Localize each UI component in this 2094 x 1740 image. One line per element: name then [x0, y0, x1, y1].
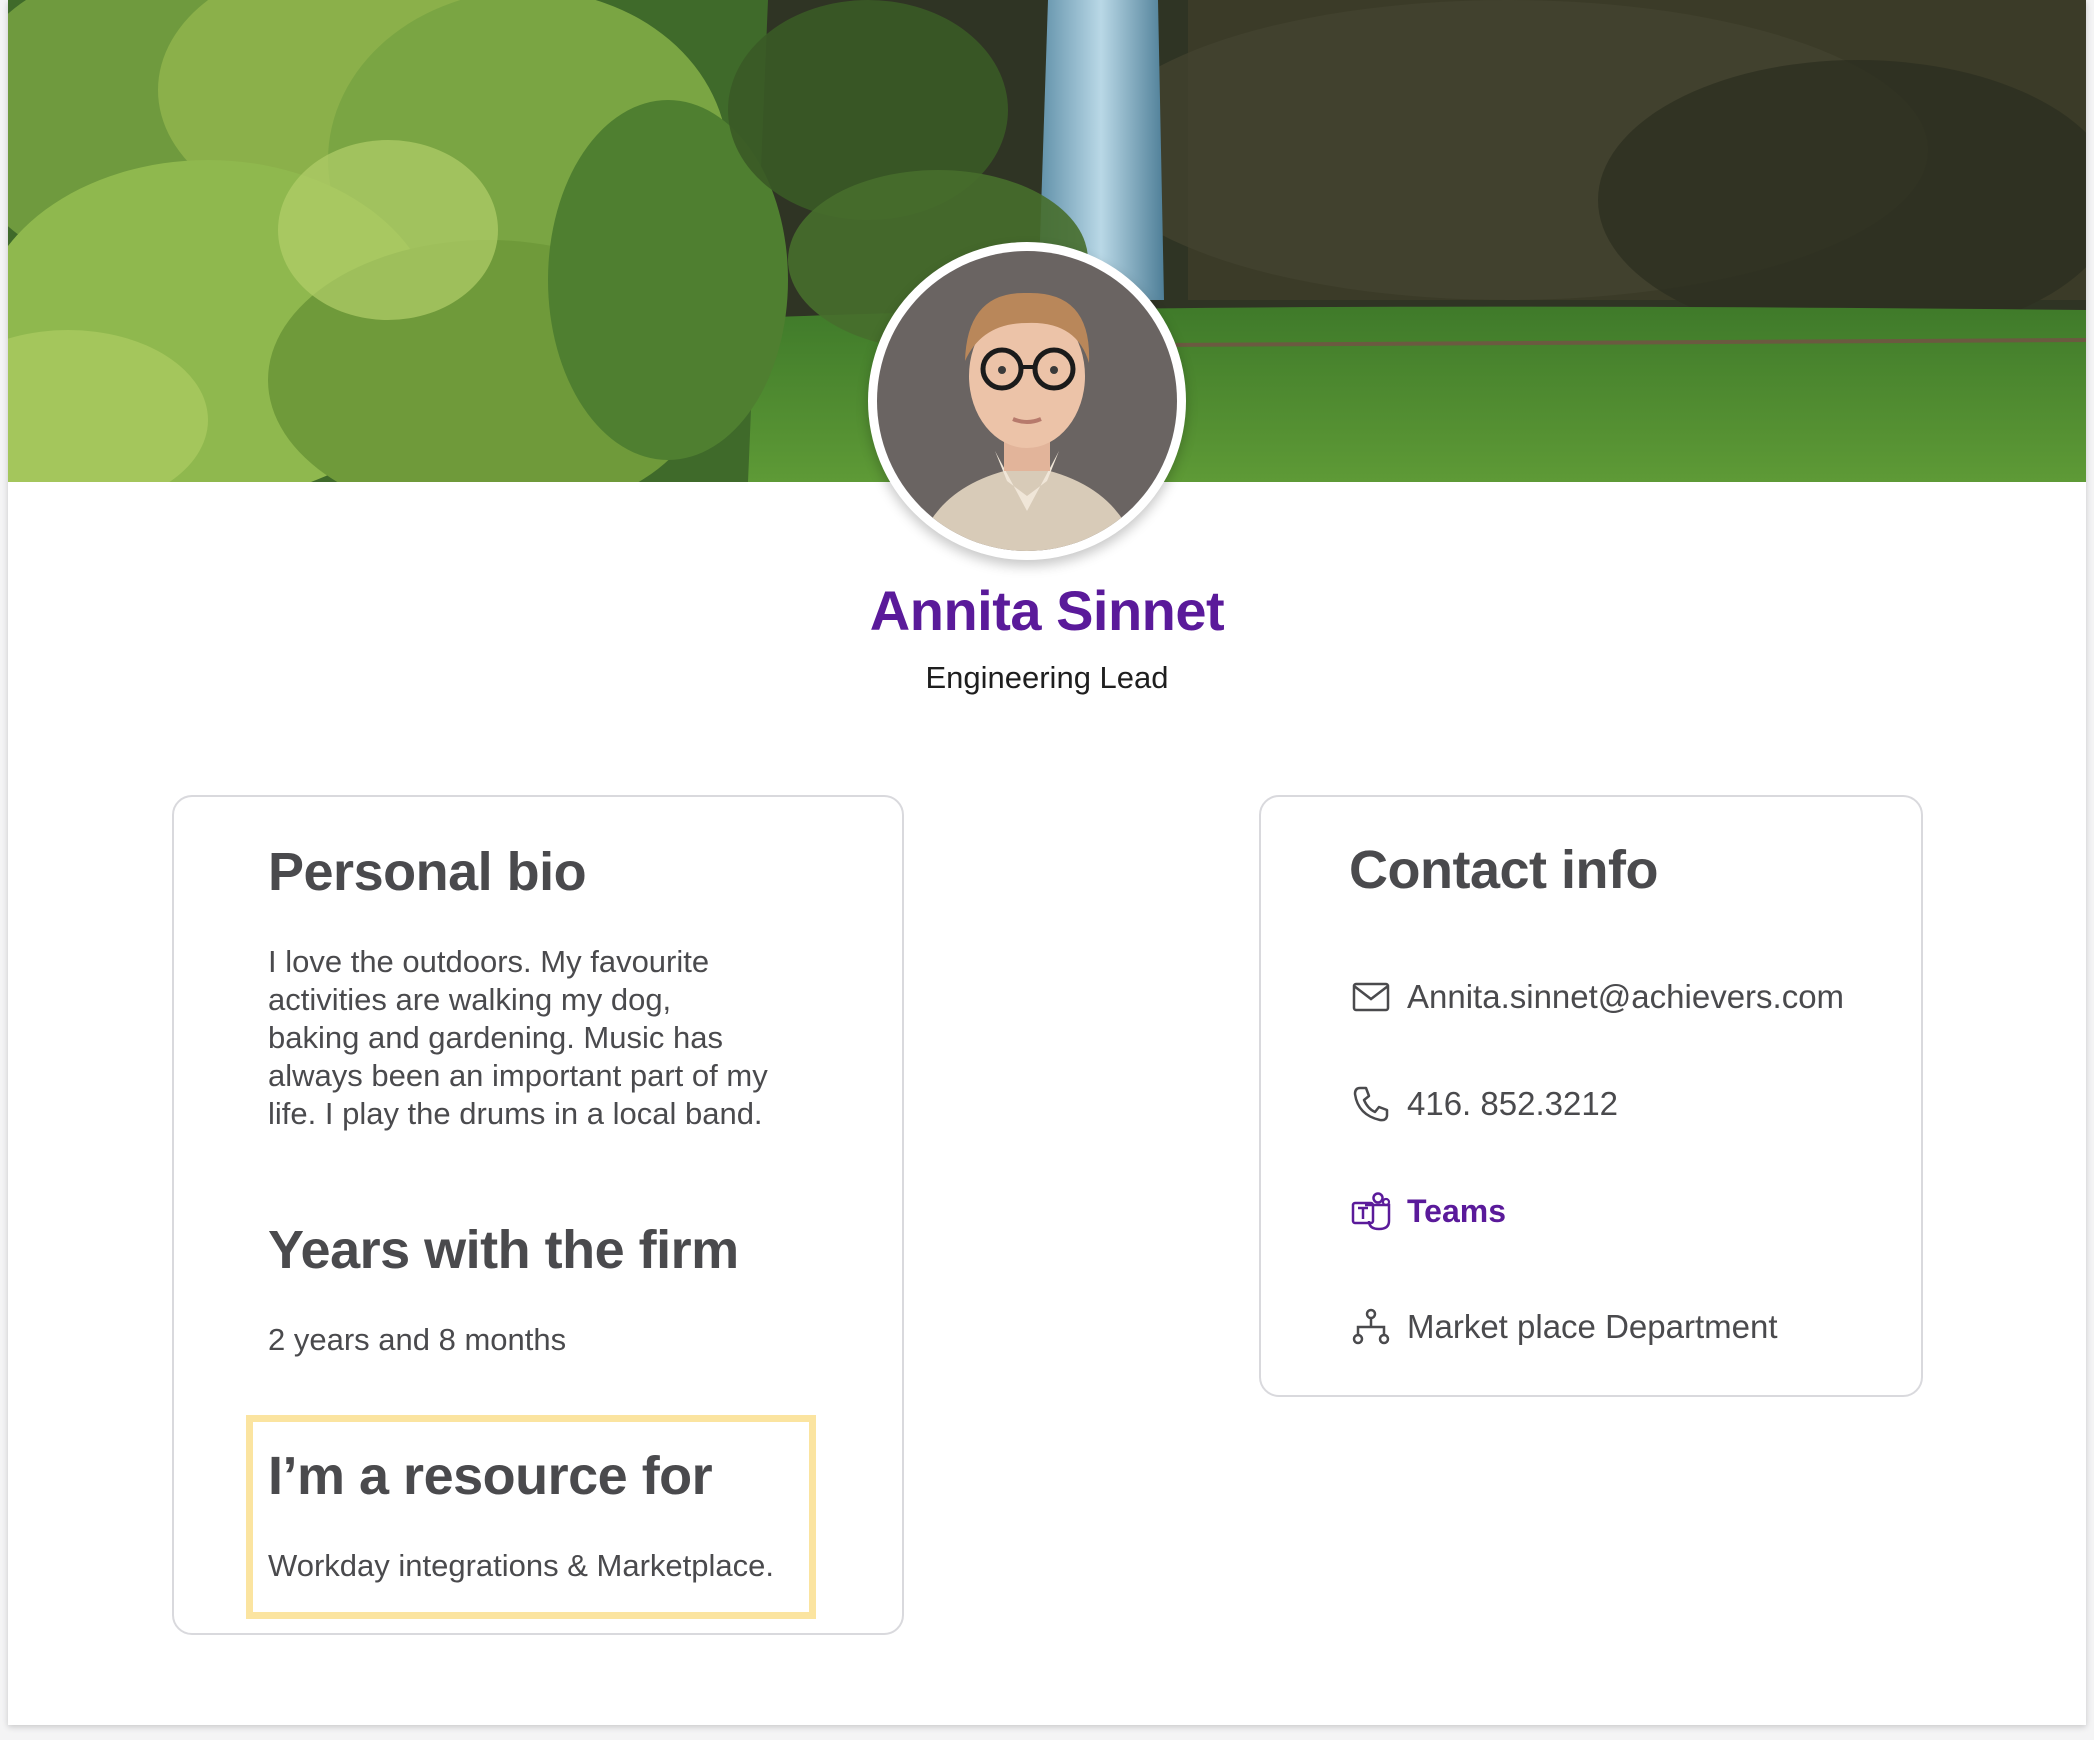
phone-number[interactable]: 416. 852.3212 — [1407, 1085, 1618, 1123]
bio-line: activities are walking my dog, — [268, 982, 672, 1017]
profile-name: Annita Sinnet — [869, 579, 1225, 642]
bio-line: baking and gardening. Music has — [268, 1020, 723, 1055]
profile-page: Annita Sinnet Engineering Lead Personal … — [8, 0, 2086, 1725]
bio-line: I love the outdoors. My favourite — [268, 944, 710, 979]
envelope-icon — [1349, 975, 1393, 1019]
contact-info-card: Contact info Annita.sinnet@achievers.com… — [1259, 795, 1923, 1397]
teams-link[interactable]: Teams — [1407, 1193, 1506, 1230]
email-row[interactable]: Annita.sinnet@achievers.com — [1349, 973, 1844, 1021]
bio-line: life. I play the drums in a local band. — [268, 1096, 763, 1131]
bio-line: always been an important part of my — [268, 1058, 768, 1093]
resource-for-value: Workday integrations & Marketplace. — [268, 1548, 774, 1583]
phone-row[interactable]: 416. 852.3212 — [1349, 1080, 1618, 1128]
years-with-firm-heading: Years with the firm — [268, 1220, 739, 1280]
org-chart-icon — [1349, 1305, 1393, 1349]
email-address[interactable]: Annita.sinnet@achievers.com — [1407, 978, 1844, 1016]
personal-bio-card: Personal bio I love the outdoors. My fav… — [172, 795, 904, 1635]
personal-bio-heading: Personal bio — [268, 842, 587, 902]
years-with-firm-value: 2 years and 8 months — [268, 1322, 567, 1357]
avatar — [868, 242, 1186, 560]
profile-job-title: Engineering Lead — [925, 660, 1169, 695]
personal-bio-text: I love the outdoors. My favourite activi… — [268, 943, 828, 1133]
teams-row[interactable]: Teams — [1349, 1187, 1506, 1235]
teams-icon — [1349, 1189, 1393, 1233]
phone-icon — [1349, 1082, 1393, 1126]
contact-info-heading: Contact info — [1349, 840, 1658, 900]
department-name: Market place Department — [1407, 1308, 1778, 1345]
department-row: Market place Department — [1349, 1303, 1778, 1351]
resource-for-heading: I’m a resource for — [268, 1446, 713, 1506]
